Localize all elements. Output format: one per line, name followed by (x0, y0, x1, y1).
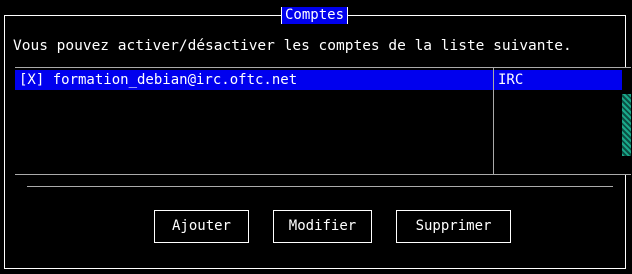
modify-button[interactable]: Modifier (273, 210, 372, 243)
delete-button[interactable]: Supprimer (396, 210, 511, 243)
list-scrollbar[interactable] (622, 68, 631, 174)
accounts-list: [X] formation_debian@irc.oftc.net IRC (15, 67, 631, 175)
intro-text: Vous pouvez activer/désactiver les compt… (13, 38, 572, 54)
account-name: [X] formation_debian@irc.oftc.net (19, 72, 298, 88)
divider (27, 186, 613, 187)
account-row[interactable]: [X] formation_debian@irc.oftc.net IRC (15, 70, 622, 90)
add-button[interactable]: Ajouter (154, 210, 249, 243)
scrollbar-thumb[interactable] (622, 94, 631, 156)
dialog-title: Comptes (281, 7, 349, 24)
column-separator (493, 68, 494, 174)
account-protocol: IRC (498, 72, 524, 88)
